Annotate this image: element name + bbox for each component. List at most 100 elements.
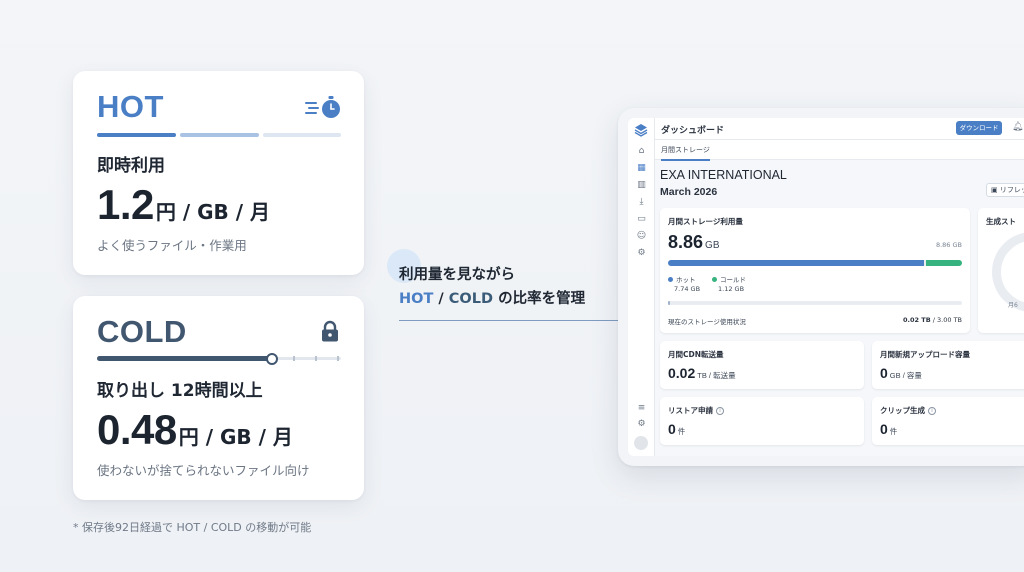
restore-request-label: リストア申請 <box>668 406 713 415</box>
new-upload-label: 月間新規アップロード容量 <box>880 350 970 359</box>
new-upload-panel: 月間新規アップロード容量 0 GB / 容量 <box>872 341 1024 389</box>
clip-generation-value: 0件 <box>880 421 897 437</box>
lock-icon <box>320 320 340 346</box>
legend-hot-label: ホット <box>676 276 696 284</box>
storage-usage-unit: GB <box>705 240 720 251</box>
dashboard-grid-icon[interactable]: ▦ <box>636 163 647 174</box>
cdn-transfer-unit: TB / 転送量 <box>697 371 736 380</box>
clip-generation-unit: 件 <box>889 427 898 436</box>
storage-capacity-label: 現在のストレージ使用状況 <box>668 318 746 326</box>
storage-capacity-fill <box>668 301 670 305</box>
list-icon[interactable]: ≡ <box>636 403 647 414</box>
storage-total: 8.86 GB <box>935 241 962 249</box>
callout-cold-word: COLD <box>448 291 494 307</box>
storage-capacity-limit: / 3.00 TB <box>930 316 962 324</box>
calendar-icon: ▣ <box>991 186 1000 194</box>
generated-storage-panel: 生成スト 月6 <box>978 208 1024 333</box>
restore-request-label-wrap: リストア申請 i <box>668 405 724 416</box>
account-gear-icon[interactable]: ⚙ <box>636 419 647 430</box>
avatar[interactable] <box>634 436 648 450</box>
callout-text: 利用量を見ながら HOT / COLD の比率を管理 <box>399 263 585 311</box>
info-icon[interactable]: i <box>928 407 936 415</box>
stopwatch-fast-icon <box>304 95 342 123</box>
dashboard-topbar: ダッシュボード ダウンロード 🔔︎ <box>655 118 1024 140</box>
cdn-transfer-number: 0.02 <box>668 365 696 381</box>
hot-price: 1.2 円 / GB / 月 <box>97 181 270 229</box>
hot-subtitle: 即時利用 <box>97 156 165 176</box>
hot-price-value: 1.2 <box>97 181 154 228</box>
settings-gear-icon[interactable]: ⚙ <box>636 248 647 259</box>
restore-request-value: 0件 <box>668 421 685 437</box>
storage-usage-panel: 月間ストレージ利用量 8.86 GB 8.86 GB ホット 7.74 GB コー… <box>660 208 970 333</box>
cdn-transfer-panel: 月間CDN転送量 0.02 TB / 転送量 <box>660 341 864 389</box>
new-upload-unit: GB / 容量 <box>889 371 922 380</box>
callout-line-1: 利用量を見ながら <box>399 267 515 283</box>
period-label: March 2026 <box>660 186 718 198</box>
home-icon[interactable]: ⌂ <box>636 146 647 157</box>
storage-capacity-bar <box>668 301 962 305</box>
sidebar-rail: ⌂ ▦ ▥ ⤓ ▭ ☺ ⚙ ≡ ⚙ <box>628 118 655 456</box>
cdn-transfer-value: 0.02 TB / 転送量 <box>668 365 736 381</box>
company-name: EXA INTERNATIONAL <box>660 168 787 182</box>
clip-generation-panel: クリップ生成 i 0件 <box>872 397 1024 445</box>
restore-request-unit: 件 <box>677 427 686 436</box>
bar-chart-icon[interactable]: ▥ <box>636 180 647 191</box>
storage-capacity-used: 0.02 TB <box>903 316 931 324</box>
refresh-button-label: リフレッシュ <box>999 186 1024 194</box>
storage-usage-number: 8.86 <box>668 232 704 252</box>
hot-plan-card: HOT 即時利用 1.2 円 / GB / 月 よく使うファイル・作業用 <box>73 71 364 275</box>
generated-storage-label: 生成スト <box>986 217 1016 226</box>
cold-subtitle: 取り出し 12時間以上 <box>97 381 263 401</box>
cold-share-fill <box>926 260 962 266</box>
footnote: * 保存後92日経過で HOT / COLD の移動が可能 <box>73 521 312 534</box>
cold-price: 0.48 円 / GB / 月 <box>97 406 293 454</box>
cold-title: COLD <box>97 314 187 349</box>
cold-legend-dot <box>712 277 717 282</box>
generated-storage-text: 月6 <box>1008 302 1018 309</box>
hot-cold-split-bar <box>668 260 962 266</box>
app-logo-icon[interactable] <box>634 123 648 137</box>
hot-price-unit: 円 / GB / 月 <box>155 200 271 224</box>
clip-generation-label: クリップ生成 <box>880 406 925 415</box>
restore-request-panel: リストア申請 i 0件 <box>660 397 864 445</box>
refresh-button[interactable]: ▣ リフレッシュ <box>986 183 1024 197</box>
cold-description: 使わないが捨てられないファイル向け <box>97 463 310 478</box>
info-icon[interactable]: i <box>716 407 724 415</box>
restore-request-number: 0 <box>668 421 676 437</box>
bell-icon[interactable]: 🔔︎ <box>1012 122 1023 132</box>
legend-hot-value: 7.74 GB <box>674 285 701 293</box>
download-button[interactable]: ダウンロード <box>956 121 1002 135</box>
tab-monthly-storage[interactable]: 月間ストレージ <box>661 145 710 161</box>
hot-title: HOT <box>97 89 164 124</box>
callout-line-2: HOT / COLD の比率を管理 <box>399 287 585 311</box>
cold-price-value: 0.48 <box>97 406 177 453</box>
hot-level-bars <box>97 133 341 137</box>
hot-share-fill <box>668 260 924 266</box>
legend-cold: コールド 1.12 GB <box>712 274 746 293</box>
cdn-transfer-label: 月間CDN転送量 <box>668 350 724 359</box>
clip-generation-label-wrap: クリップ生成 i <box>880 405 936 416</box>
users-icon[interactable]: ☺ <box>636 231 647 242</box>
clip-generation-number: 0 <box>880 421 888 437</box>
hot-legend-dot <box>668 277 673 282</box>
dashboard-screen: ⌂ ▦ ▥ ⤓ ▭ ☺ ⚙ ≡ ⚙ ダッシュボード ダウンロード 🔔︎ 月間スト… <box>628 118 1024 456</box>
callout-slash: / <box>433 291 449 307</box>
callout-hot-word: HOT <box>399 291 434 307</box>
storage-usage-label: 月間ストレージ利用量 <box>668 217 743 226</box>
legend-hot: ホット 7.74 GB <box>668 274 700 293</box>
legend-cold-value: 1.12 GB <box>718 285 745 293</box>
cold-price-unit: 円 / GB / 月 <box>178 425 293 449</box>
callout-line-2-rest: の比率を管理 <box>493 291 586 307</box>
storage-usage-value: 8.86 GB <box>668 232 720 253</box>
dashboard-tabs: 月間ストレージ <box>655 140 1024 161</box>
download-icon[interactable]: ⤓ <box>636 197 647 208</box>
card-icon[interactable]: ▭ <box>636 214 647 225</box>
storage-capacity-value: 0.02 TB / 3.00 TB <box>903 316 962 324</box>
new-upload-number: 0 <box>880 365 888 381</box>
hot-description: よく使うファイル・作業用 <box>97 238 247 253</box>
cold-level-slider <box>97 353 341 365</box>
new-upload-value: 0 GB / 容量 <box>880 365 922 381</box>
cold-plan-card: COLD 取り出し 12時間以上 0.48 円 / GB / 月 使わないが捨てら… <box>73 296 364 500</box>
legend-cold-label: コールド <box>720 276 746 284</box>
dashboard-title: ダッシュボード <box>661 126 725 136</box>
